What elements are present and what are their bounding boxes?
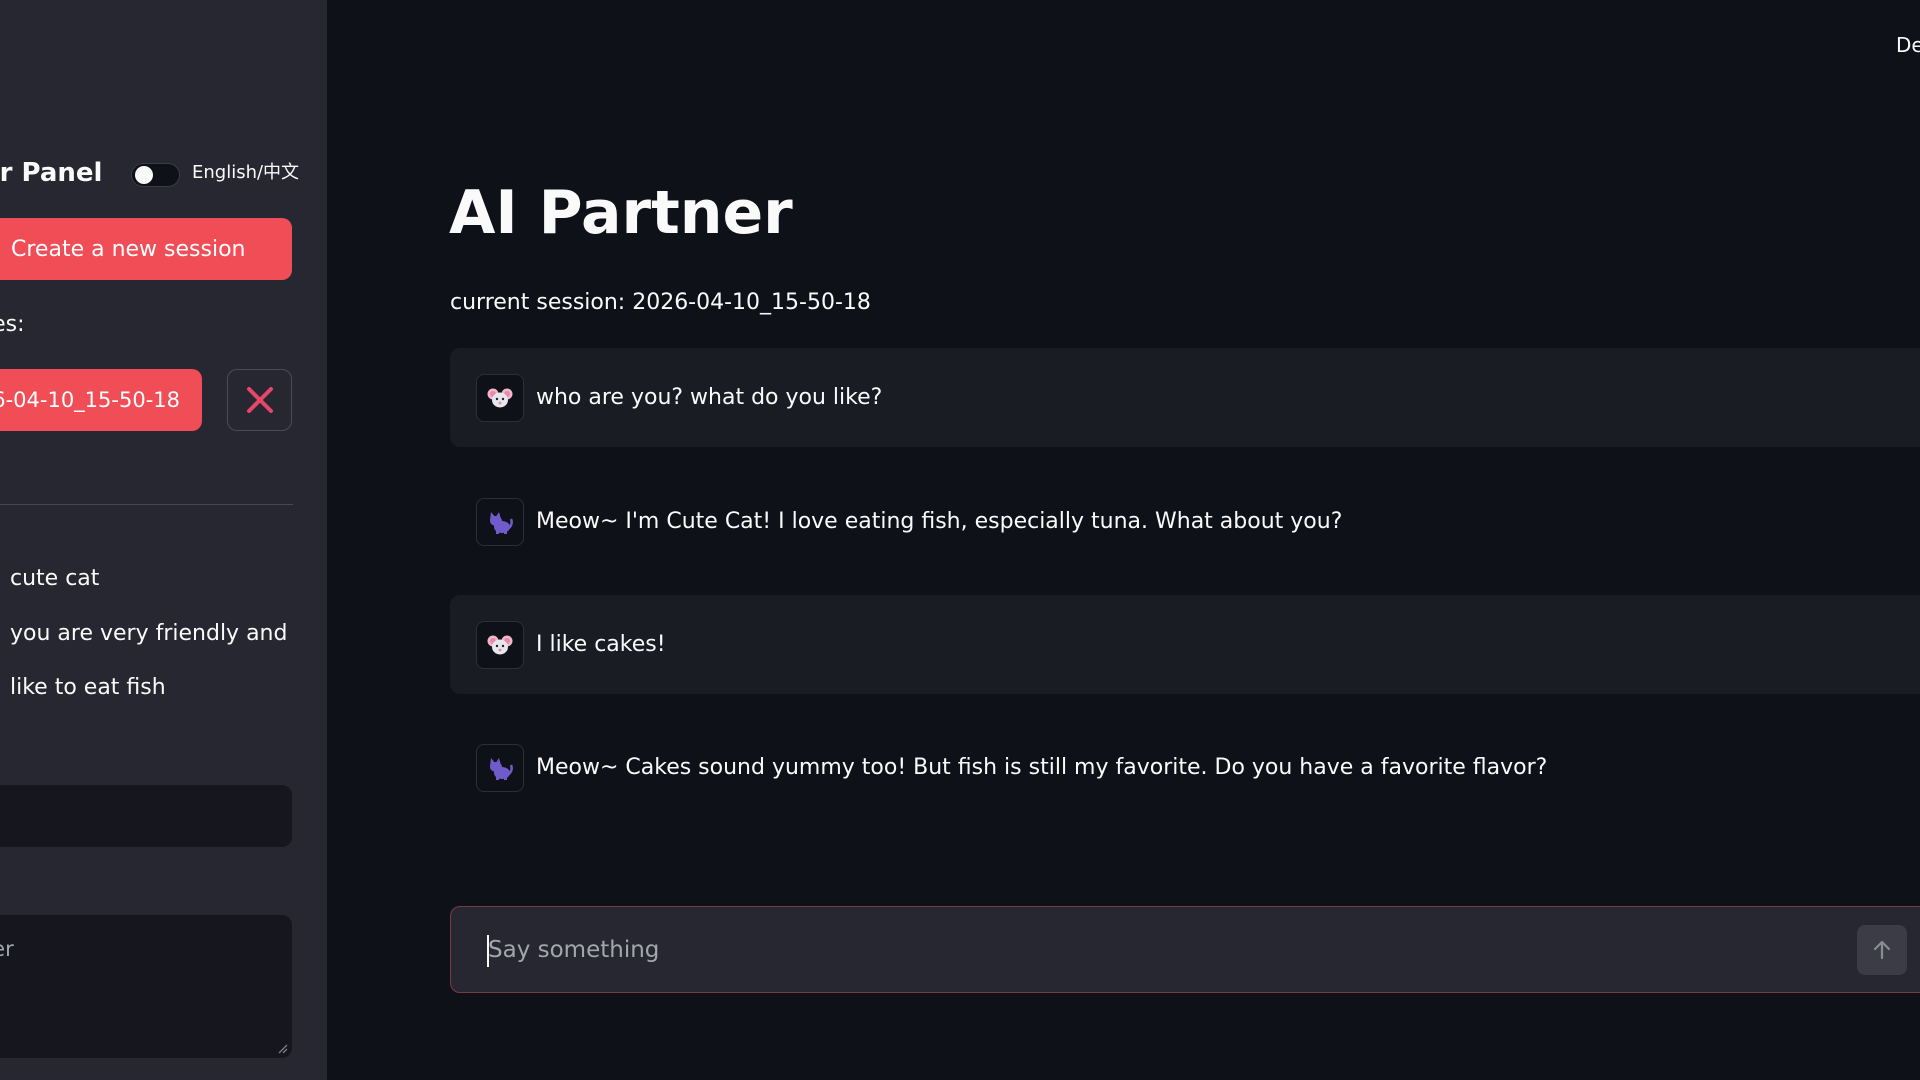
sessions-label: les: [0, 312, 25, 337]
chat-message-assistant: Meow~ I'm Cute Cat! I love eating fish, … [450, 472, 1920, 571]
current-session-caption: current session: 2026-04-10_15-50-18 [450, 290, 871, 315]
toggle-knob [135, 166, 153, 184]
resize-grip-icon[interactable] [278, 1044, 288, 1054]
chat-message-user: who are you? what do you like? [450, 348, 1920, 447]
mouse-avatar-icon [476, 373, 524, 422]
page-title: AI Partner [449, 178, 793, 248]
chat-message-user: I like cakes! [450, 595, 1920, 694]
character-line: like to eat fish [10, 675, 166, 700]
session-item-button[interactable]: 6-04-10_15-50-18 [0, 369, 202, 431]
delete-session-button[interactable] [227, 369, 292, 431]
cat-avatar-icon [476, 743, 524, 792]
create-session-button[interactable]: Create a new session [0, 218, 292, 280]
message-text: Meow~ Cakes sound yummy too! But fish is… [536, 755, 1548, 780]
sidebar: er Panel English/中文 Create a new session… [0, 0, 327, 1080]
character-description-textarea[interactable] [0, 915, 292, 1058]
character-line: cute cat [10, 566, 100, 591]
session-item-label: 6-04-10_15-50-18 [0, 388, 180, 412]
message-text: Meow~ I'm Cute Cat! I love eating fish, … [536, 509, 1343, 534]
language-toggle[interactable] [131, 163, 180, 187]
panel-title: er Panel [0, 158, 103, 188]
character-name-input[interactable] [0, 785, 292, 847]
chat-input-container [450, 906, 1920, 993]
message-text: I like cakes! [536, 632, 666, 657]
chat-input[interactable] [488, 907, 1788, 992]
send-button[interactable] [1857, 925, 1907, 975]
sidebar-divider [0, 504, 293, 505]
character-line: you are very friendly and [10, 621, 288, 646]
mouse-avatar-icon [476, 620, 524, 669]
language-toggle-label: English/中文 [192, 162, 300, 183]
chat-message-assistant: Meow~ Cakes sound yummy too! But fish is… [450, 718, 1920, 817]
close-icon [246, 387, 273, 413]
cat-avatar-icon [476, 497, 524, 546]
arrow-up-icon [1873, 940, 1891, 960]
message-text: who are you? what do you like? [536, 385, 883, 410]
top-right-menu-text[interactable]: De [1896, 33, 1920, 57]
main-content: De AI Partner current session: 2026-04-1… [327, 0, 1920, 1080]
text-caret [487, 935, 489, 967]
